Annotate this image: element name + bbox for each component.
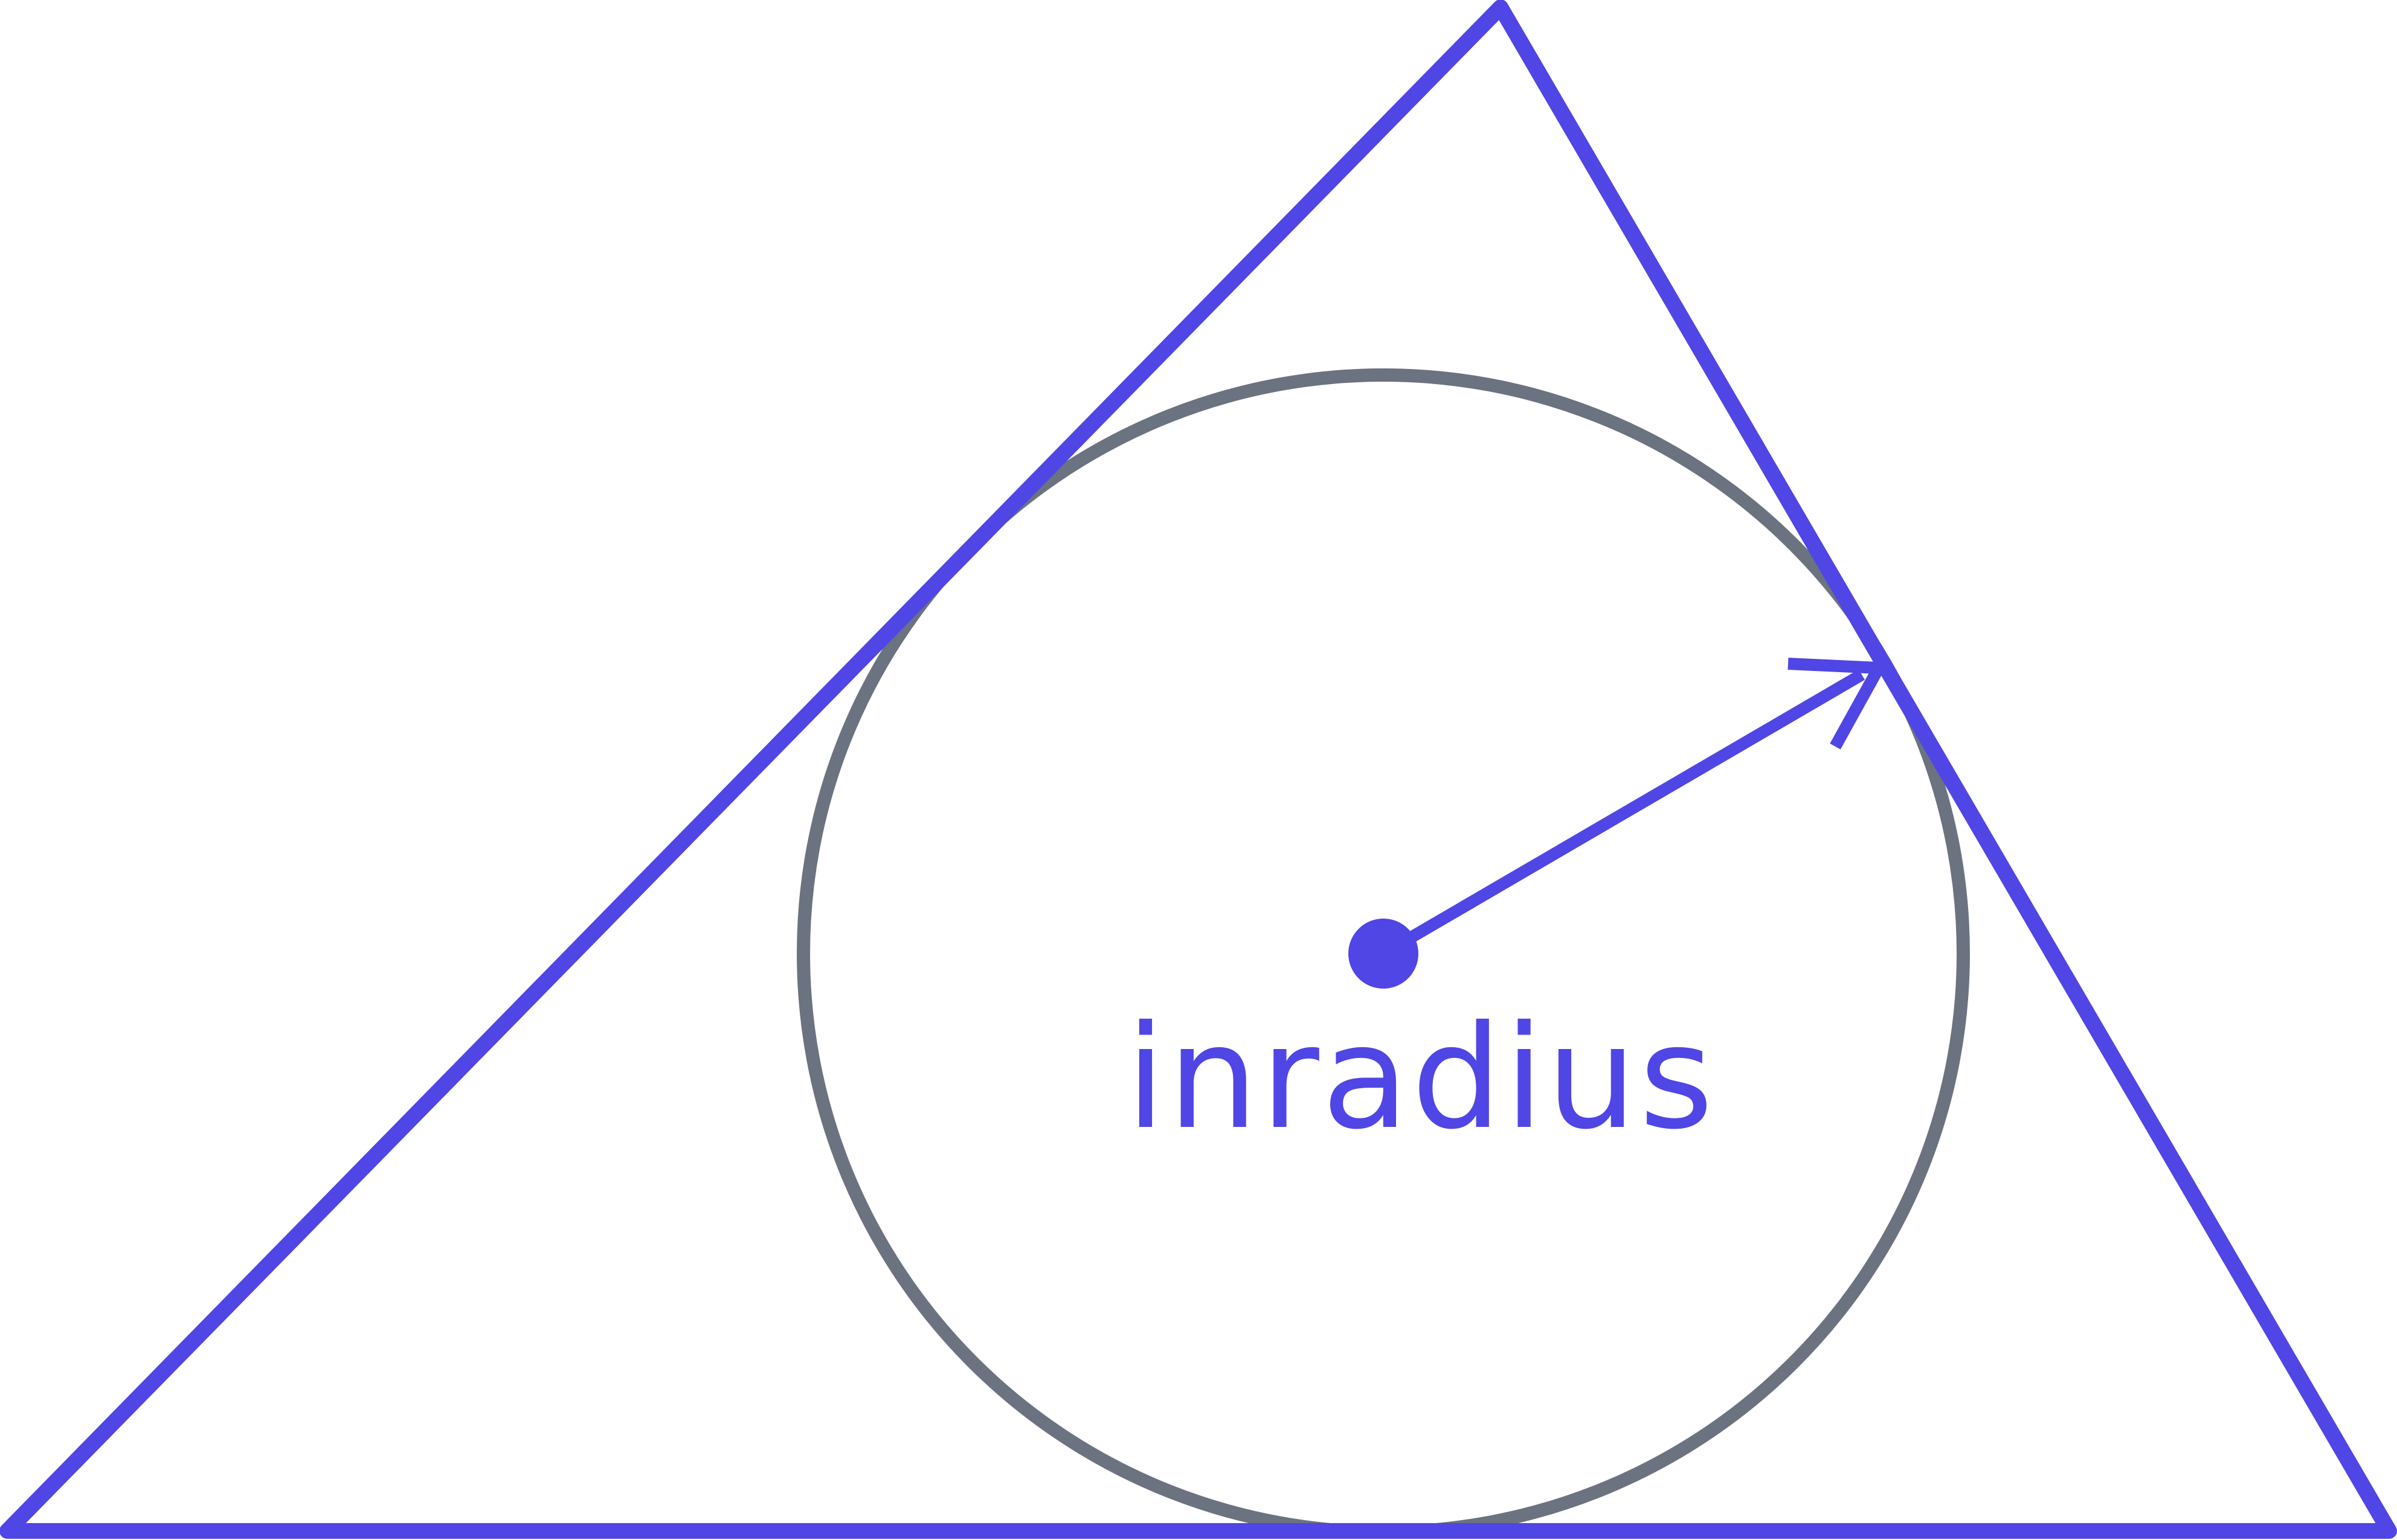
inradius-label: inradius [1126, 995, 1716, 1161]
radius-arrow-line [1380, 669, 1865, 959]
center-point [1348, 919, 1418, 989]
triangle [0, 0, 2397, 1539]
incircle-diagram: inradius [0, 0, 2397, 1539]
